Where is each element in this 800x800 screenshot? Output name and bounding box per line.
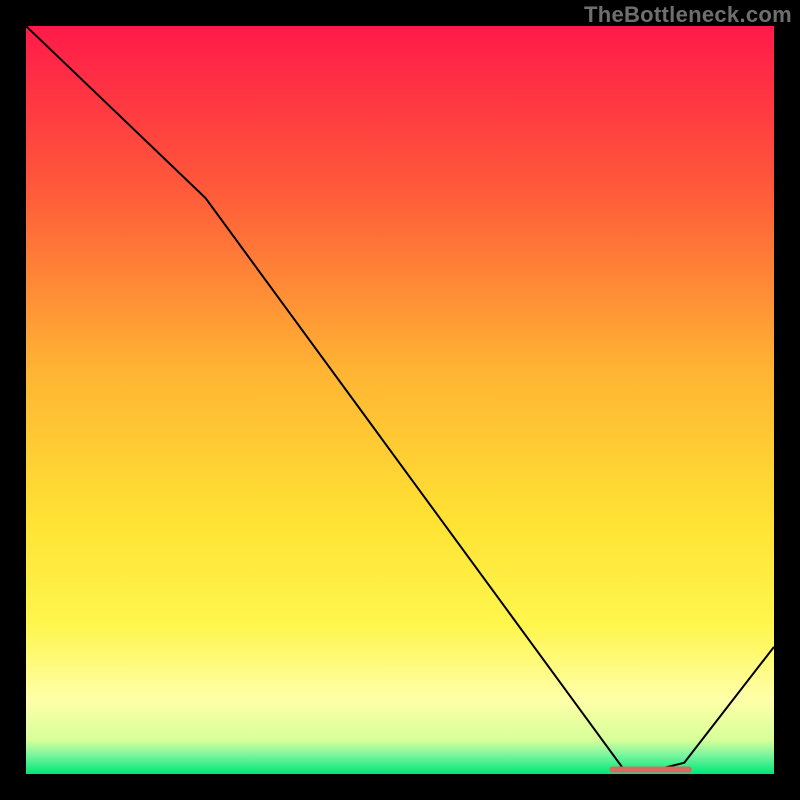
bottleneck-chart xyxy=(26,26,774,774)
gradient-background xyxy=(26,26,774,774)
optimum-marker xyxy=(609,767,691,773)
watermark-text: TheBottleneck.com xyxy=(584,2,792,28)
